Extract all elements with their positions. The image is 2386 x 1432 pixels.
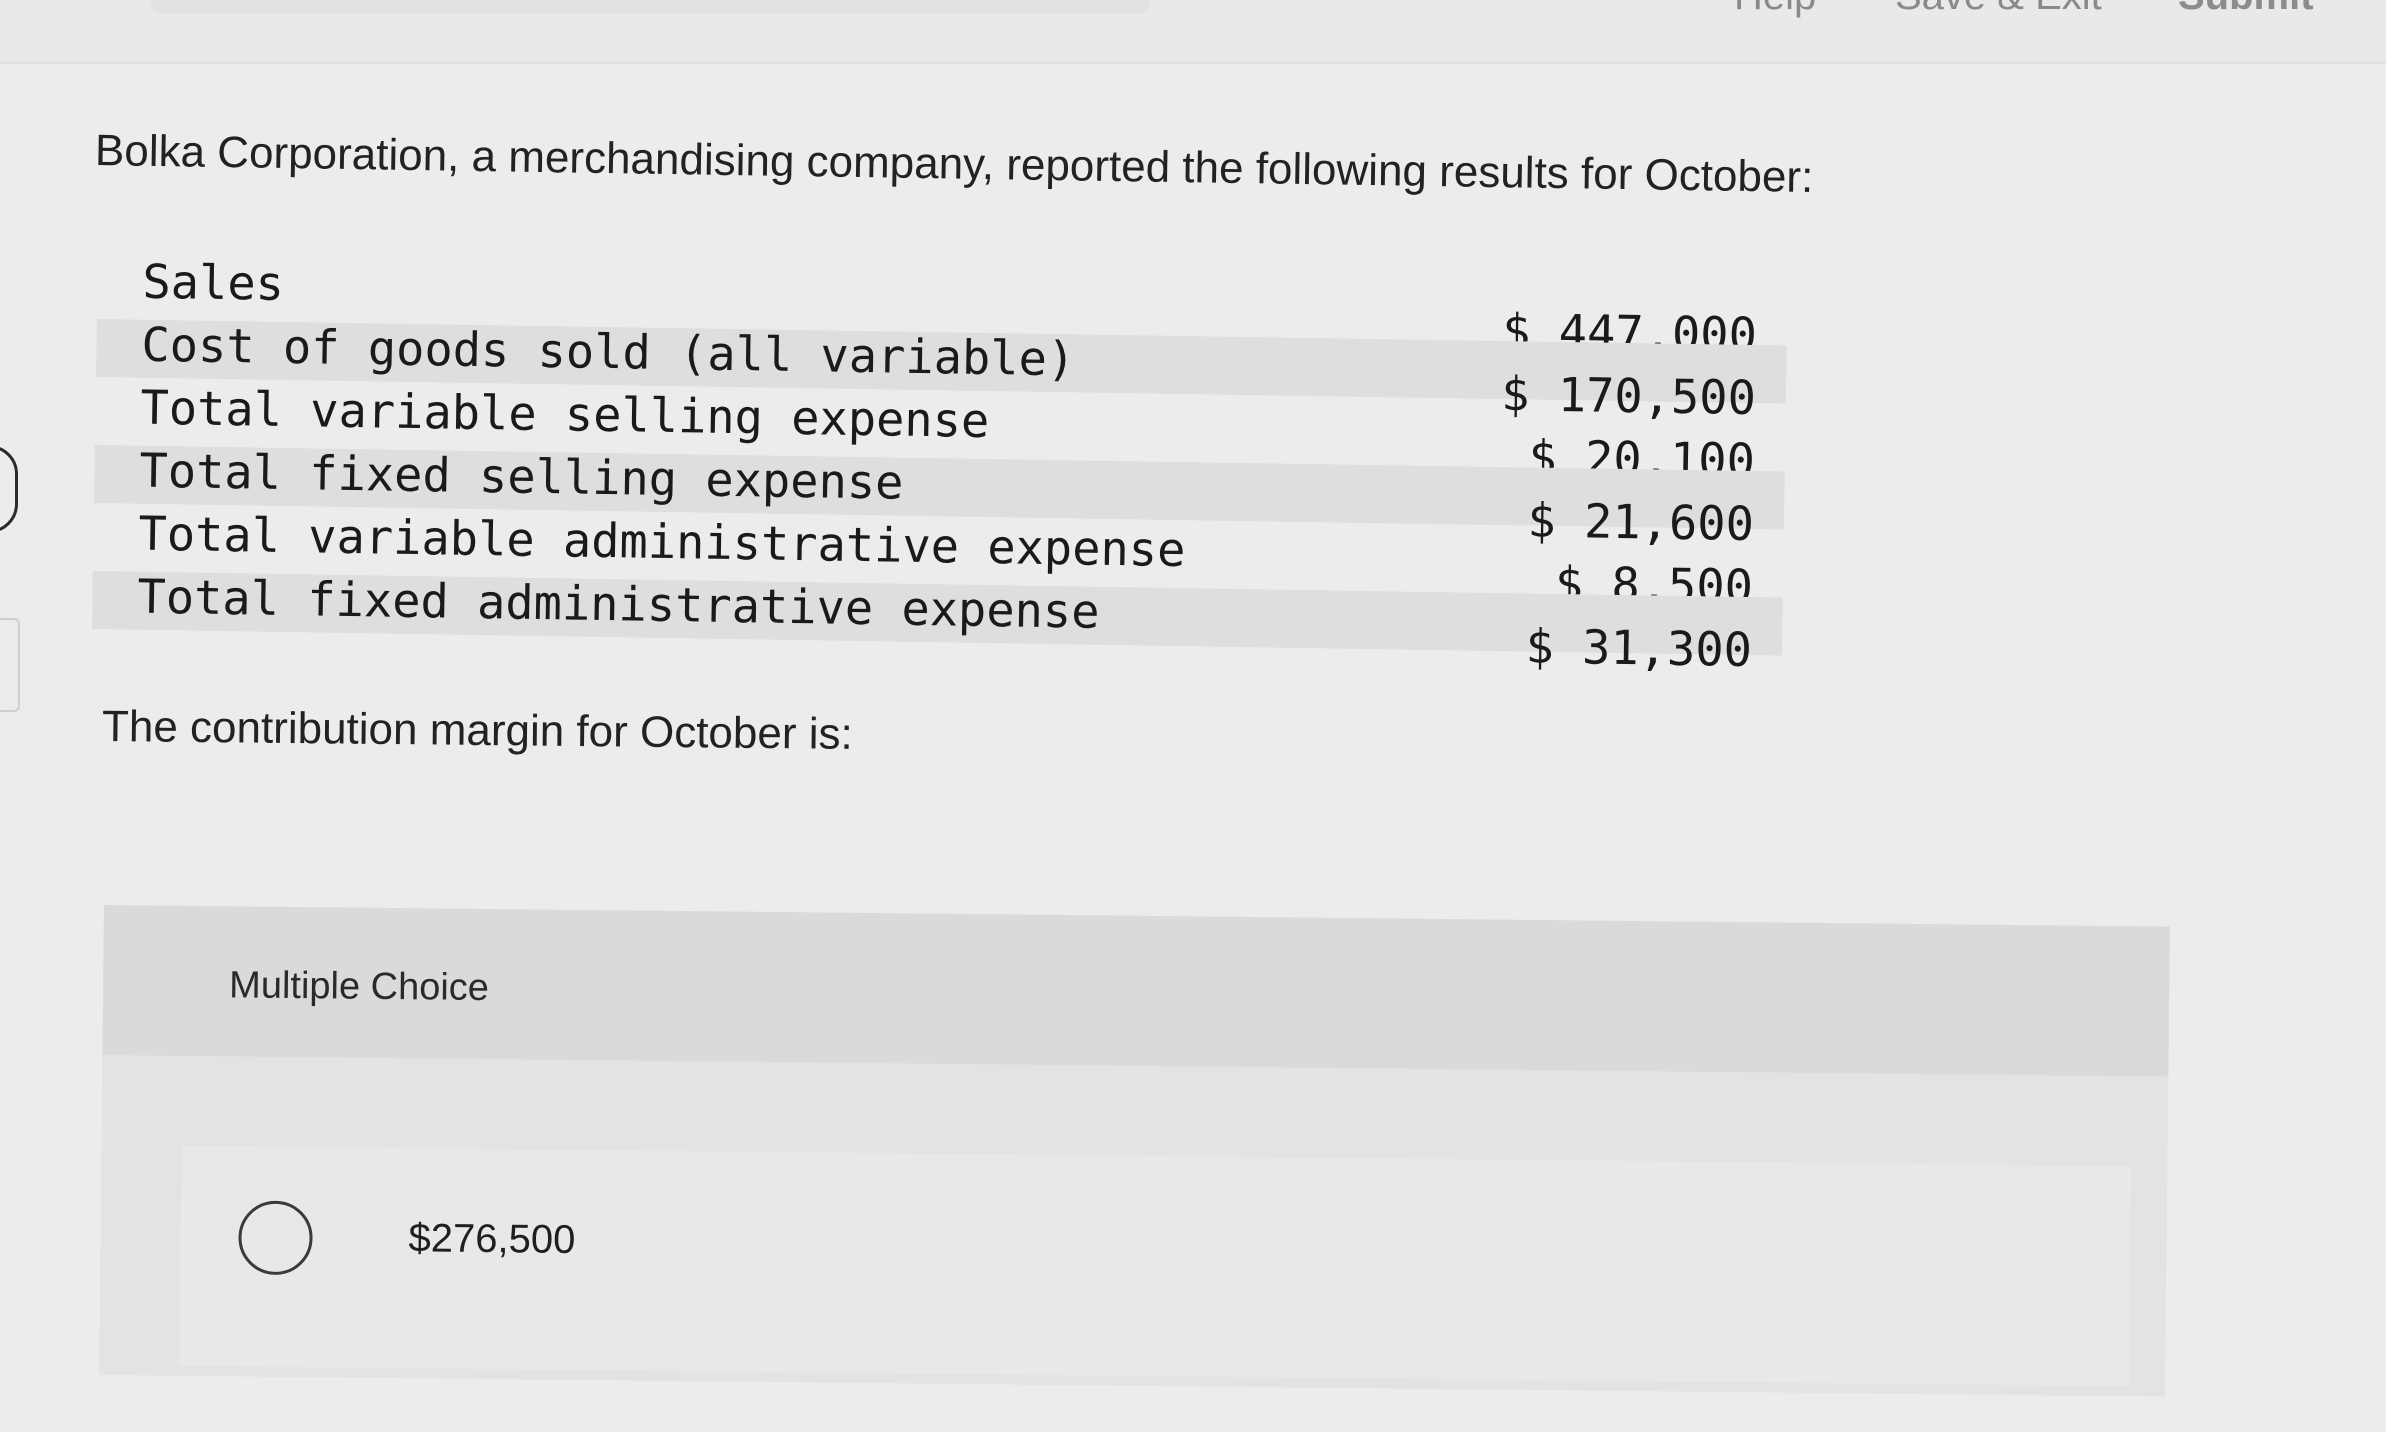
side-nav-handle[interactable] xyxy=(0,445,18,533)
submit-button[interactable]: Submit xyxy=(2178,0,2314,19)
row-value: $ 31,300 xyxy=(1525,619,1753,679)
results-table: Sales $ 447,000 Cost of goods sold (all … xyxy=(92,250,1798,678)
row-label: Sales xyxy=(142,254,285,312)
choice-list: $276,500 xyxy=(179,1145,2132,1387)
save-exit-link[interactable]: Save & Exit xyxy=(1895,0,2102,19)
choice-option[interactable]: $276,500 xyxy=(179,1146,2131,1386)
question-prompt: Bolka Corporation, a merchandising compa… xyxy=(94,126,1814,202)
toolbar-tab-shape xyxy=(150,0,1150,14)
row-label: Total variable selling expense xyxy=(140,380,990,450)
follow-up-question: The contribution margin for October is: xyxy=(101,702,854,759)
multiple-choice-title: Multiple Choice xyxy=(228,964,490,1010)
radio-button[interactable] xyxy=(238,1200,313,1276)
multiple-choice-panel: Multiple Choice $276,500 xyxy=(99,905,2170,1397)
choice-label[interactable]: $276,500 xyxy=(408,1216,575,1263)
side-nav-box xyxy=(0,618,20,712)
top-toolbar: Help Save & Exit Submit xyxy=(0,0,2386,64)
multiple-choice-header: Multiple Choice xyxy=(102,905,2170,1077)
help-link[interactable]: Help xyxy=(1734,0,1816,19)
